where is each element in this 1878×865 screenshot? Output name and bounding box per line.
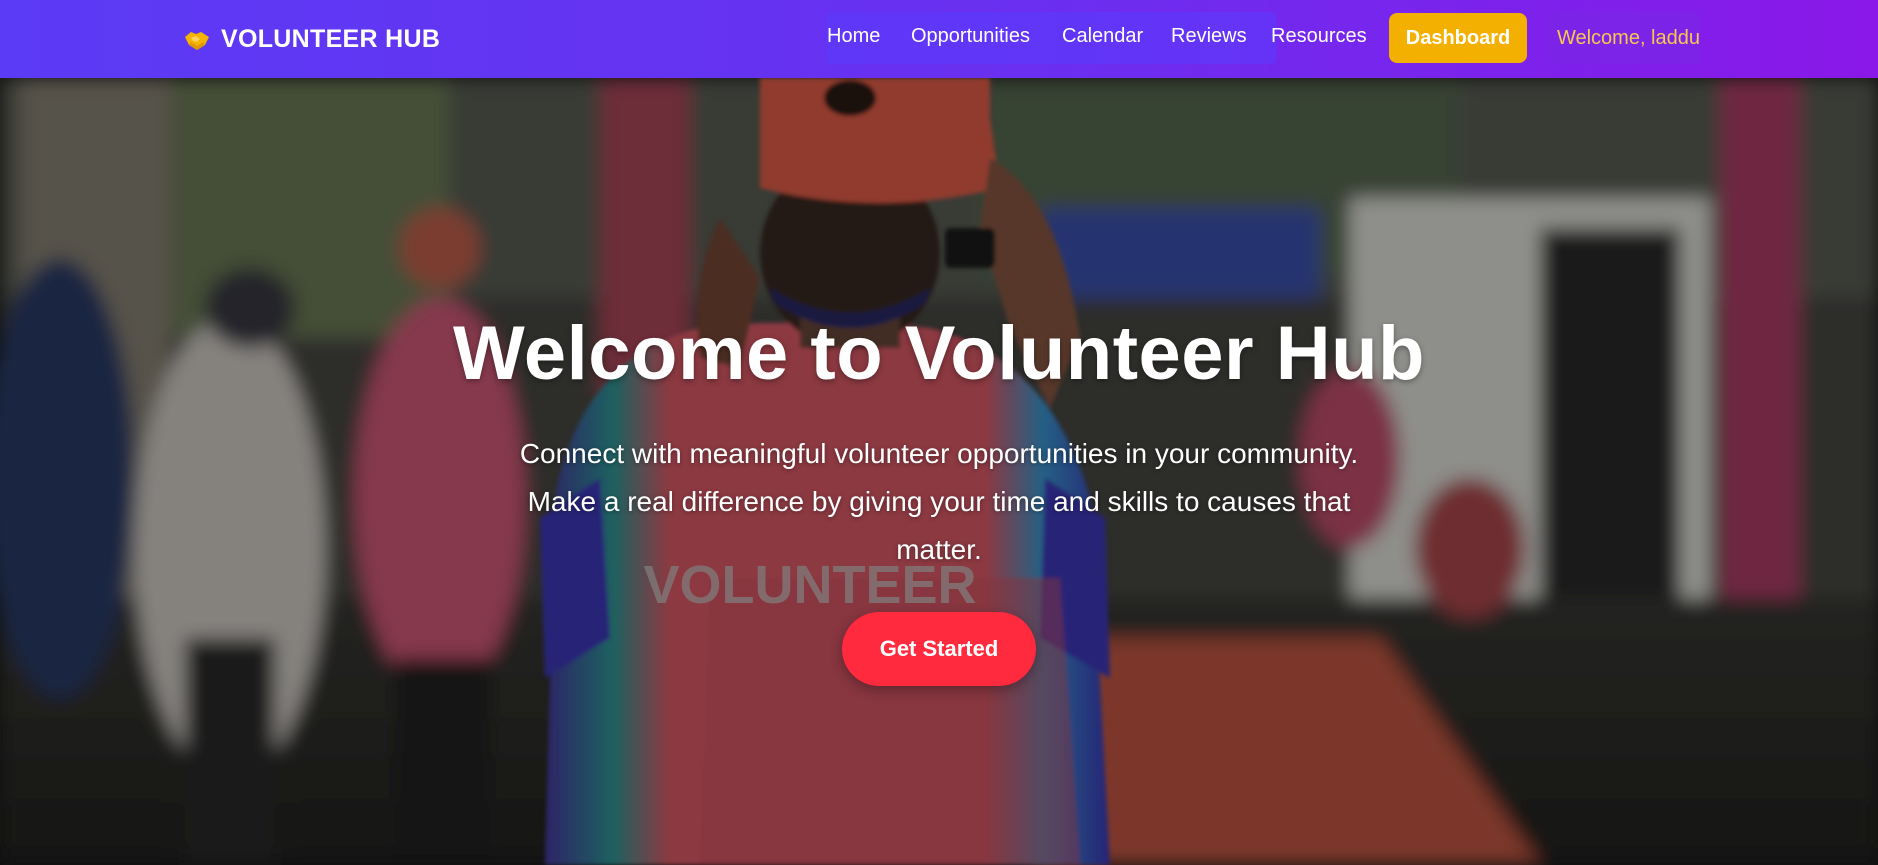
nav-link-resources[interactable]: Resources	[1271, 25, 1367, 48]
nav-links: Home Opportunities Calendar Reviews Reso…	[826, 12, 1367, 64]
hero-subtitle: Connect with meaningful volunteer opport…	[459, 430, 1419, 574]
nav-link-reviews[interactable]: Reviews	[1171, 25, 1247, 48]
handshake-icon	[185, 32, 209, 50]
hero-subtitle-line-1: Connect with meaningful volunteer opport…	[519, 438, 1359, 469]
welcome-user-text: Welcome, laddu	[1548, 12, 1700, 64]
hero-title: Welcome to Volunteer Hub	[453, 311, 1425, 396]
brand-name: VOLUNTEER HUB	[221, 24, 441, 53]
get-started-button[interactable]: Get Started	[842, 612, 1036, 686]
nav-link-calendar[interactable]: Calendar	[1062, 25, 1143, 48]
hero-subtitle-line-2: Make a real difference by giving your ti…	[527, 486, 1351, 517]
dashboard-button[interactable]: Dashboard	[1389, 13, 1527, 63]
top-navbar: VOLUNTEER HUB Home Opportunities Calenda…	[0, 0, 1878, 78]
brand-logo[interactable]: VOLUNTEER HUB	[183, 22, 440, 56]
nav-link-opportunities[interactable]: Opportunities	[911, 25, 1030, 48]
hero-subtitle-line-3: matter.	[896, 534, 982, 565]
hero-section: VOLUNTEER Welcome to Volunteer Hub Conne…	[0, 78, 1878, 865]
nav-link-home[interactable]: Home	[827, 25, 880, 48]
